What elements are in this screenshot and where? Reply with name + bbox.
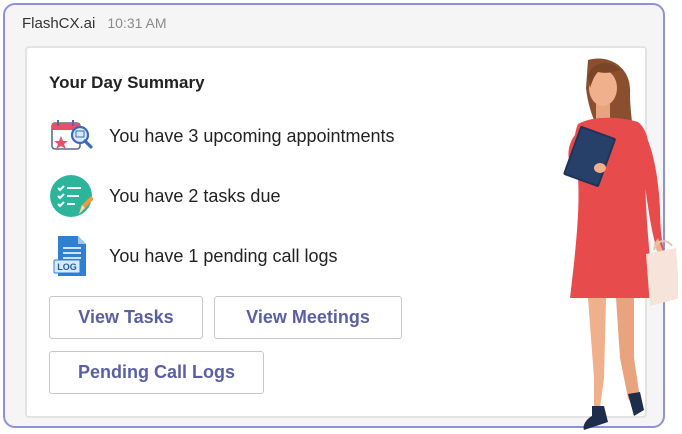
calendar-search-icon <box>51 120 93 150</box>
call-logs-row: LOG You have 1 pending call logs <box>49 234 338 278</box>
view-meetings-button[interactable]: View Meetings <box>214 296 402 339</box>
pending-call-logs-button[interactable]: Pending Call Logs <box>49 351 264 394</box>
appointments-text: You have 3 upcoming appointments <box>109 125 395 146</box>
view-tasks-button[interactable]: View Tasks <box>49 296 203 339</box>
woman-illustration <box>563 58 678 430</box>
task-checklist-icon <box>50 175 93 217</box>
tasks-row: You have 2 tasks due <box>49 174 280 218</box>
sender-name: FlashCX.ai <box>22 15 96 32</box>
log-document-icon: LOG <box>53 236 86 276</box>
card-title: Your Day Summary <box>49 73 205 92</box>
tasks-text: You have 2 tasks due <box>109 185 281 206</box>
svg-text:LOG: LOG <box>57 262 77 272</box>
call-logs-text: You have 1 pending call logs <box>109 245 338 266</box>
message-timestamp: 10:31 AM <box>107 15 167 31</box>
appointments-row: You have 3 upcoming appointments <box>49 114 395 158</box>
message-header: FlashCX.ai 10:31 AM <box>22 15 167 32</box>
